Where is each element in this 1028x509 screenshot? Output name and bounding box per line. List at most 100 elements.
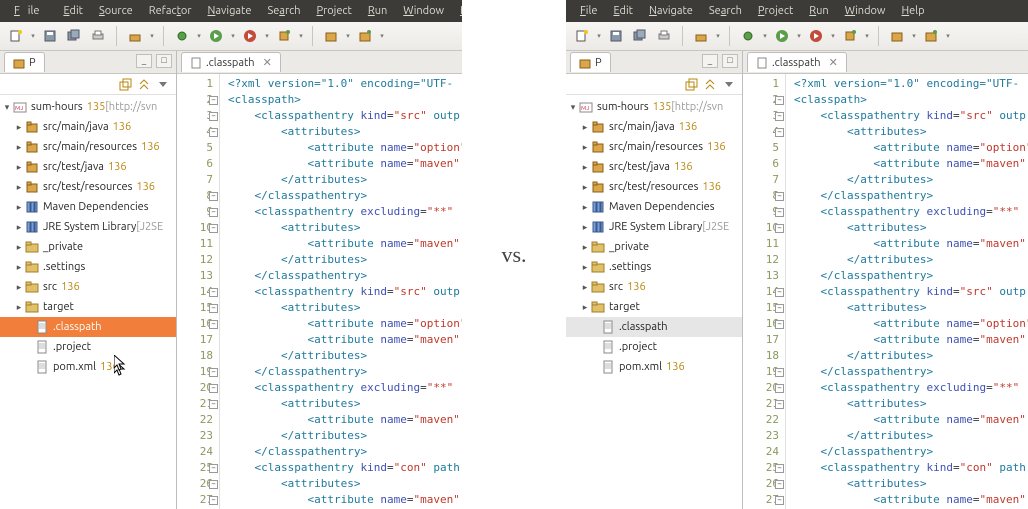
tree-item-src-test-java[interactable]: ▸src/test/java136 <box>0 157 176 177</box>
menu-help[interactable]: Help <box>893 0 932 22</box>
dropdown-icon[interactable]: ▾ <box>596 27 602 45</box>
fold-toggle-icon[interactable]: − <box>209 400 218 409</box>
menu-project[interactable]: Project <box>750 0 801 22</box>
tree-item--classpath[interactable]: .classpath <box>0 317 176 337</box>
tab-package-explorer[interactable]: P <box>570 52 611 72</box>
tree-item-JRE-System-Library[interactable]: ▸JRE System Library [J2SE <box>0 217 176 237</box>
fold-toggle-icon[interactable]: − <box>209 224 218 233</box>
new-class-icon[interactable] <box>921 26 941 46</box>
run-last-icon[interactable] <box>240 26 260 46</box>
code-area[interactable]: <?xml version="1.0" encoding="UTF- <clas… <box>220 74 462 509</box>
dropdown-icon[interactable]: ▾ <box>762 27 768 45</box>
code-area[interactable]: <?xml version="1.0" encoding="UTF- <clas… <box>786 74 1028 509</box>
menu-source[interactable]: Source <box>91 0 141 22</box>
run-icon[interactable] <box>206 26 226 46</box>
tree-project-root[interactable]: ▾MJsum-hours 135 [http://svn <box>0 97 176 117</box>
fold-toggle-icon[interactable]: − <box>209 208 218 217</box>
tree-item-JRE-System-Library[interactable]: ▸JRE System Library [J2SE <box>566 217 742 237</box>
fold-toggle-icon[interactable]: − <box>775 496 784 505</box>
maximize-icon[interactable]: □ <box>156 54 172 68</box>
tree-item--classpath[interactable]: .classpath <box>566 317 742 337</box>
tree-item-target[interactable]: ▸target <box>0 297 176 317</box>
view-menu-icon[interactable] <box>157 78 170 91</box>
fold-toggle-icon[interactable]: − <box>209 112 218 121</box>
editor-body[interactable]: 12−3−4−5678−9−10−11121314−15−16−171819−2… <box>177 74 462 509</box>
fold-toggle-icon[interactable]: − <box>775 464 784 473</box>
fold-toggle-icon[interactable]: − <box>775 112 784 121</box>
print-icon[interactable] <box>654 26 674 46</box>
menu-navigate[interactable]: Navigate <box>641 0 701 22</box>
menu-window[interactable]: Window <box>395 0 452 22</box>
tree-item-src-test-resources[interactable]: ▸src/test/resources136 <box>566 177 742 197</box>
save-all-icon[interactable] <box>630 26 650 46</box>
dropdown-icon[interactable]: ▾ <box>379 27 385 45</box>
run-last-icon[interactable] <box>806 26 826 46</box>
link-editor-icon[interactable] <box>138 78 151 91</box>
tree-item-pom-xml[interactable]: pom.xml136 <box>0 357 176 377</box>
fold-toggle-icon[interactable]: − <box>775 128 784 137</box>
menu-file[interactable]: File <box>572 0 605 22</box>
fold-toggle-icon[interactable]: − <box>209 464 218 473</box>
tree-item-src[interactable]: ▸src136 <box>566 277 742 297</box>
fold-toggle-icon[interactable]: − <box>209 320 218 329</box>
tree-item-src-test-resources[interactable]: ▸src/test/resources136 <box>0 177 176 197</box>
menu-window[interactable]: Window <box>837 0 894 22</box>
tree-item-src-main-resources[interactable]: ▸src/main/resources136 <box>0 137 176 157</box>
maximize-icon[interactable]: □ <box>722 54 738 68</box>
menu-run[interactable]: Run <box>801 0 836 22</box>
link-editor-icon[interactable] <box>704 78 717 91</box>
fold-toggle-icon[interactable]: − <box>775 400 784 409</box>
dropdown-icon[interactable]: ▾ <box>298 27 304 45</box>
editor-body[interactable]: 12−3−4−5678−9−10−11121314−15−16−171819−2… <box>743 74 1028 509</box>
fold-toggle-icon[interactable]: − <box>209 128 218 137</box>
fold-toggle-icon[interactable]: − <box>775 192 784 201</box>
fold-toggle-icon[interactable]: − <box>775 208 784 217</box>
tree-item-Maven-Dependencies[interactable]: ▸Maven Dependencies <box>566 197 742 217</box>
fold-toggle-icon[interactable]: − <box>775 224 784 233</box>
fold-toggle-icon[interactable]: − <box>775 384 784 393</box>
new-package-icon[interactable] <box>887 26 907 46</box>
tree-item--settings[interactable]: ▸.settings <box>566 257 742 277</box>
save-icon[interactable] <box>606 26 626 46</box>
new-package-icon[interactable] <box>321 26 341 46</box>
close-tab-icon[interactable]: ✕ <box>263 56 272 69</box>
menu-project[interactable]: Project <box>309 0 360 22</box>
dropdown-icon[interactable]: ▾ <box>911 27 917 45</box>
tree-item-src[interactable]: ▸src136 <box>0 277 176 297</box>
new-class-icon[interactable] <box>355 26 375 46</box>
view-menu-icon[interactable] <box>723 78 736 91</box>
external-tools-icon[interactable] <box>274 26 294 46</box>
fold-toggle-icon[interactable]: − <box>209 288 218 297</box>
dropdown-icon[interactable]: ▾ <box>864 27 870 45</box>
menu-navigate[interactable]: Navigate <box>200 0 260 22</box>
debug-icon[interactable] <box>738 26 758 46</box>
save-icon[interactable] <box>40 26 60 46</box>
project-tree[interactable]: ▾MJsum-hours 135 [http://svn▸src/main/ja… <box>566 95 742 509</box>
dropdown-icon[interactable]: ▾ <box>830 27 836 45</box>
menu-search[interactable]: Search <box>259 0 308 22</box>
dropdown-icon[interactable]: ▾ <box>264 27 270 45</box>
new-icon[interactable] <box>6 26 26 46</box>
debug-icon[interactable] <box>172 26 192 46</box>
tree-item--project[interactable]: .project <box>0 337 176 357</box>
fold-toggle-icon[interactable]: − <box>209 480 218 489</box>
fold-toggle-icon[interactable]: − <box>209 192 218 201</box>
dropdown-icon[interactable]: ▾ <box>796 27 802 45</box>
dropdown-icon[interactable]: ▾ <box>230 27 236 45</box>
fold-toggle-icon[interactable]: − <box>209 304 218 313</box>
tab-classpath[interactable]: .classpath ✕ <box>747 52 847 72</box>
tree-item-src-main-java[interactable]: ▸src/main/java136 <box>0 117 176 137</box>
tree-item--private[interactable]: ▸_private <box>566 237 742 257</box>
tree-item--project[interactable]: .project <box>566 337 742 357</box>
collapse-all-icon[interactable] <box>119 78 132 91</box>
minimize-icon[interactable]: _ <box>702 54 718 68</box>
menu-refactor[interactable]: Refactor <box>141 0 200 22</box>
menu-run[interactable]: Run <box>360 0 395 22</box>
tab-package-explorer[interactable]: P <box>4 52 45 72</box>
menu-file[interactable]: File <box>6 0 55 22</box>
tab-classpath[interactable]: .classpath ✕ <box>181 52 281 72</box>
project-tree[interactable]: ▾MJsum-hours 135 [http://svn▸src/main/ja… <box>0 95 176 509</box>
fold-toggle-icon[interactable]: − <box>775 480 784 489</box>
tree-item--settings[interactable]: ▸.settings <box>0 257 176 277</box>
dropdown-icon[interactable]: ▾ <box>945 27 951 45</box>
